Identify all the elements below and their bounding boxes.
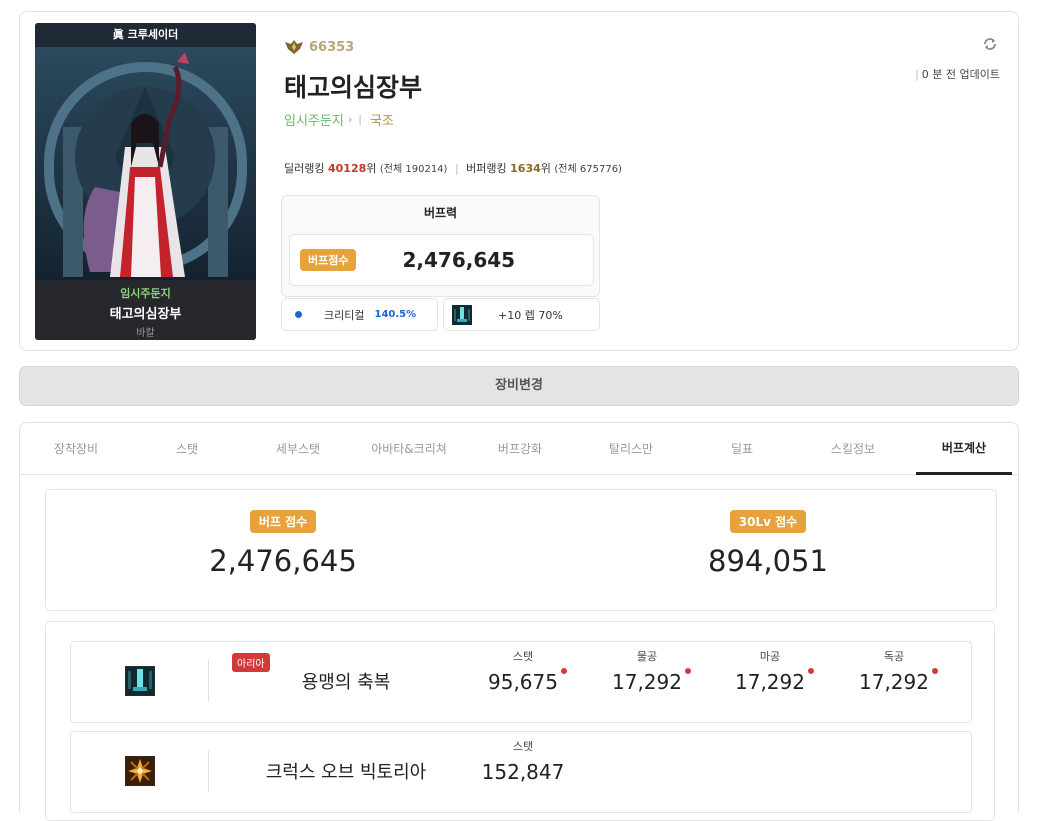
score-summary-box: 버프 점수 2,476,645 30Lv 점수 894,051 (45, 489, 997, 611)
divider: | (454, 162, 459, 175)
skill-level-pill: +10 렙 70% (443, 298, 600, 331)
tab-5[interactable]: 버프강화 (472, 423, 568, 475)
buffer-total: (전체 675776) (554, 164, 622, 175)
buff-score-total: 2,476,645 (209, 544, 357, 578)
stat-label: 독공 (883, 650, 905, 663)
buff-row: 아리아 용맹의 축복 스탯 95,675 물공 17,292 마공 17,292… (70, 641, 972, 723)
critical-dot-icon (295, 311, 302, 318)
buff-list: 아리아 용맹의 축복 스탯 95,675 물공 17,292 마공 17,292… (45, 621, 995, 821)
lv30-score-label: 30Lv 점수 (729, 510, 807, 533)
buff-power-title: 버프력 (423, 206, 458, 220)
stat-value: 17,292 (735, 670, 805, 694)
crux-victoria-icon (125, 756, 155, 786)
buffer-rank: 1634 (510, 162, 541, 175)
tab-9[interactable]: 버프계산 (916, 423, 1012, 475)
buff-score-badge: 버프점수 (300, 249, 357, 271)
stat-cell: 스탯 95,675 (473, 648, 573, 694)
character-illustration (35, 47, 256, 280)
skill-level-value: +10 렙 70% (498, 308, 563, 322)
tab-6[interactable]: 탈리스만 (583, 423, 679, 475)
divider (208, 660, 209, 702)
character-name: 태고의심장부 (284, 73, 423, 102)
tab-2[interactable]: 스탯 (139, 423, 235, 475)
critical-value: 140.5% (374, 309, 417, 320)
detail-panel: 장착장비 스탯 세부스탯 아바타&크리쳐 버프강화 탈리스만 딜표 스킬정보 버프계산 버프 점… (19, 422, 1019, 821)
buff-power-box: 버프력 버프점수 2,476,645 (281, 195, 600, 297)
tab-3[interactable]: 세부스탯 (250, 423, 346, 475)
buff-score-value: 2,476,645 (402, 248, 516, 272)
rank-suffix: 위 (540, 162, 551, 175)
tab-4[interactable]: 아바타&크리쳐 (361, 423, 457, 475)
stat-label: 물공 (636, 650, 658, 663)
stat-value: 17,292 (612, 670, 682, 694)
tab-1[interactable]: 장착장비 (28, 423, 124, 475)
ranking-line: 딜러랭킹 40128위 (전체 190214) | 버퍼랭킹 1634위 (전체… (284, 160, 622, 176)
divider (208, 750, 209, 792)
server-name: 바칼 (136, 328, 155, 339)
adventure-name: 임시주둔지 (120, 287, 171, 300)
character-profile-card: 眞 크루세이더 임시주둔지 태고의심장부 바칼 66353 태고의심장부 임시주… (19, 11, 1019, 351)
red-dot-icon (685, 668, 691, 674)
critical-label: 크리티컬 (324, 308, 365, 322)
tab-7[interactable]: 딜표 (694, 423, 790, 475)
lv30-score-block: 30Lv 점수 894,051 (668, 510, 868, 578)
buff-row: 크럭스 오브 빅토리아 스탯 152,847 (70, 731, 972, 813)
stat-label: 마공 (759, 650, 781, 663)
fame-value: 66353 (309, 39, 355, 55)
stat-cell: 마공 17,292 (720, 648, 820, 694)
update-time: 0 분 전 업데이트 (921, 68, 1000, 81)
fame: 66353 (284, 39, 354, 55)
stat-label: 스탯 (512, 650, 534, 663)
stat-cell: 스탯 152,847 (473, 738, 573, 784)
character-portrait: 眞 크루세이더 임시주둔지 태고의심장부 바칼 (35, 23, 256, 340)
job-title: 眞 크루세이더 (35, 23, 256, 47)
buff-name: 용맹의 축복 (301, 672, 391, 693)
stat-cell: 물공 17,292 (597, 648, 697, 694)
stat-value: 17,292 (859, 670, 929, 694)
refresh-icon (984, 38, 996, 50)
portrait-character-name: 태고의심장부 (109, 307, 182, 322)
lv30-score-total: 894,051 (708, 544, 828, 578)
equipment-change-button[interactable]: 장비변경 (19, 366, 1019, 406)
dealer-rank: 40128 (327, 162, 367, 175)
stat-label: 스탯 (512, 740, 534, 753)
red-dot-icon (932, 668, 938, 674)
chevron-right-icon: › (347, 113, 353, 126)
buffer-rank-label: 버퍼랭킹 (466, 162, 507, 175)
dealer-total: (전체 190214) (379, 164, 448, 175)
skill-icon (452, 304, 472, 325)
tab-bar: 장착장비 스탯 세부스탯 아바타&크리쳐 버프강화 탈리스만 딜표 스킬정보 버프계산 (20, 423, 1018, 475)
buff-score-label: 버프 점수 (249, 510, 317, 533)
red-dot-icon (561, 668, 567, 674)
adventure-guild-line: 임시주둔지 › | 국조 (284, 110, 394, 129)
divider: | (358, 113, 362, 126)
stat-cell: 독공 17,292 (844, 648, 944, 694)
guild-link[interactable]: 국조 (370, 110, 394, 129)
dragon-blessing-icon (125, 666, 155, 696)
stat-value: 95,675 (488, 670, 558, 694)
critical-pill: 크리티컬 140.5% (281, 298, 438, 331)
tab-8[interactable]: 스킬정보 (805, 423, 901, 475)
stat-value: 152,847 (481, 760, 565, 784)
dealer-rank-label: 딜러랭킹 (284, 162, 325, 175)
buff-name: 크럭스 오브 빅토리아 (265, 762, 427, 783)
rank-suffix: 위 (366, 162, 377, 175)
buff-score-block: 버프 점수 2,476,645 (183, 510, 383, 578)
refresh-button[interactable] (982, 36, 998, 56)
update-status: | 0 분 전 업데이트 (915, 68, 1000, 81)
adventure-link[interactable]: 임시주둔지 (284, 110, 344, 129)
fame-icon (285, 40, 303, 54)
red-dot-icon (808, 668, 814, 674)
